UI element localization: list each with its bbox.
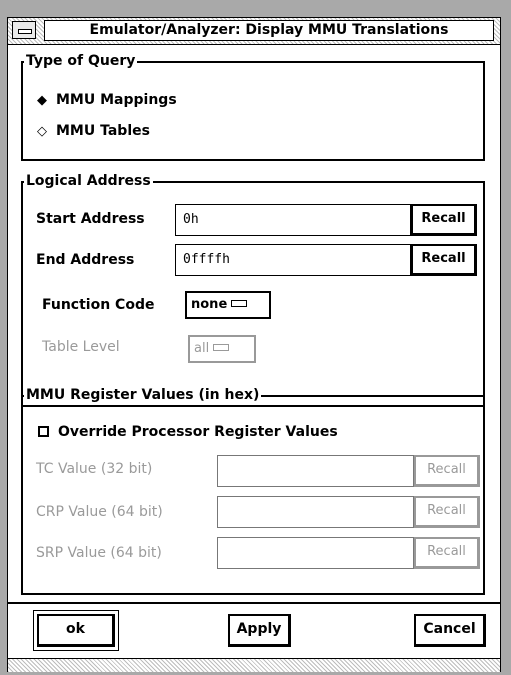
window-bottom-border [8, 658, 500, 672]
end-address-input[interactable]: 0ffffh [175, 244, 411, 276]
crp-value-recall-button[interactable]: Recall [414, 496, 480, 528]
window-title: Emulator/Analyzer: Display MMU Translati… [44, 20, 494, 41]
cancel-button[interactable]: Cancel [414, 614, 486, 647]
window-menu-button[interactable] [12, 21, 36, 39]
srp-value-input[interactable] [217, 537, 414, 569]
tc-value-recall-button[interactable]: Recall [414, 455, 480, 487]
start-address-input[interactable]: 0h [175, 204, 411, 236]
end-address-label: End Address [36, 252, 135, 268]
table-level-dropdown[interactable]: all [188, 335, 256, 363]
logical-address-label: Logical Address [24, 173, 153, 189]
button-area-separator [8, 602, 500, 604]
crp-value-input[interactable] [217, 496, 414, 528]
mmu-mappings-radio[interactable]: ◆ MMU Mappings [34, 91, 177, 110]
dropdown-indicator-icon [231, 300, 248, 307]
override-register-checkbox[interactable]: Override Processor Register Values [38, 423, 338, 441]
diamond-empty-icon: ◇ [37, 124, 47, 139]
crp-value-label: CRP Value (64 bit) [36, 504, 163, 520]
type-of-query-label: Type of Query [24, 53, 138, 69]
diamond-filled-icon: ◆ [37, 93, 47, 108]
function-code-dropdown[interactable]: none [185, 291, 271, 319]
function-code-label: Function Code [42, 297, 155, 313]
tc-value-input[interactable] [217, 455, 414, 487]
end-address-recall-button[interactable]: Recall [411, 244, 477, 276]
start-address-recall-button[interactable]: Recall [411, 204, 477, 236]
mmu-register-values-label: MMU Register Values (in hex) [24, 387, 262, 403]
mmu-tables-radio[interactable]: ◇ MMU Tables [34, 122, 150, 141]
srp-value-recall-button[interactable]: Recall [414, 537, 480, 569]
title-bar: Emulator/Analyzer: Display MMU Translati… [8, 18, 500, 45]
type-of-query-group [21, 61, 485, 161]
start-address-label: Start Address [36, 211, 145, 227]
apply-button[interactable]: Apply [228, 614, 291, 647]
srp-value-label: SRP Value (64 bit) [36, 545, 162, 561]
ok-button[interactable]: ok [33, 610, 119, 651]
table-level-label: Table Level [42, 339, 120, 355]
checkbox-empty-icon [38, 426, 49, 437]
dropdown-indicator-icon [213, 344, 230, 351]
dialog-window: Emulator/Analyzer: Display MMU Translati… [7, 17, 501, 672]
tc-value-label: TC Value (32 bit) [36, 461, 153, 477]
